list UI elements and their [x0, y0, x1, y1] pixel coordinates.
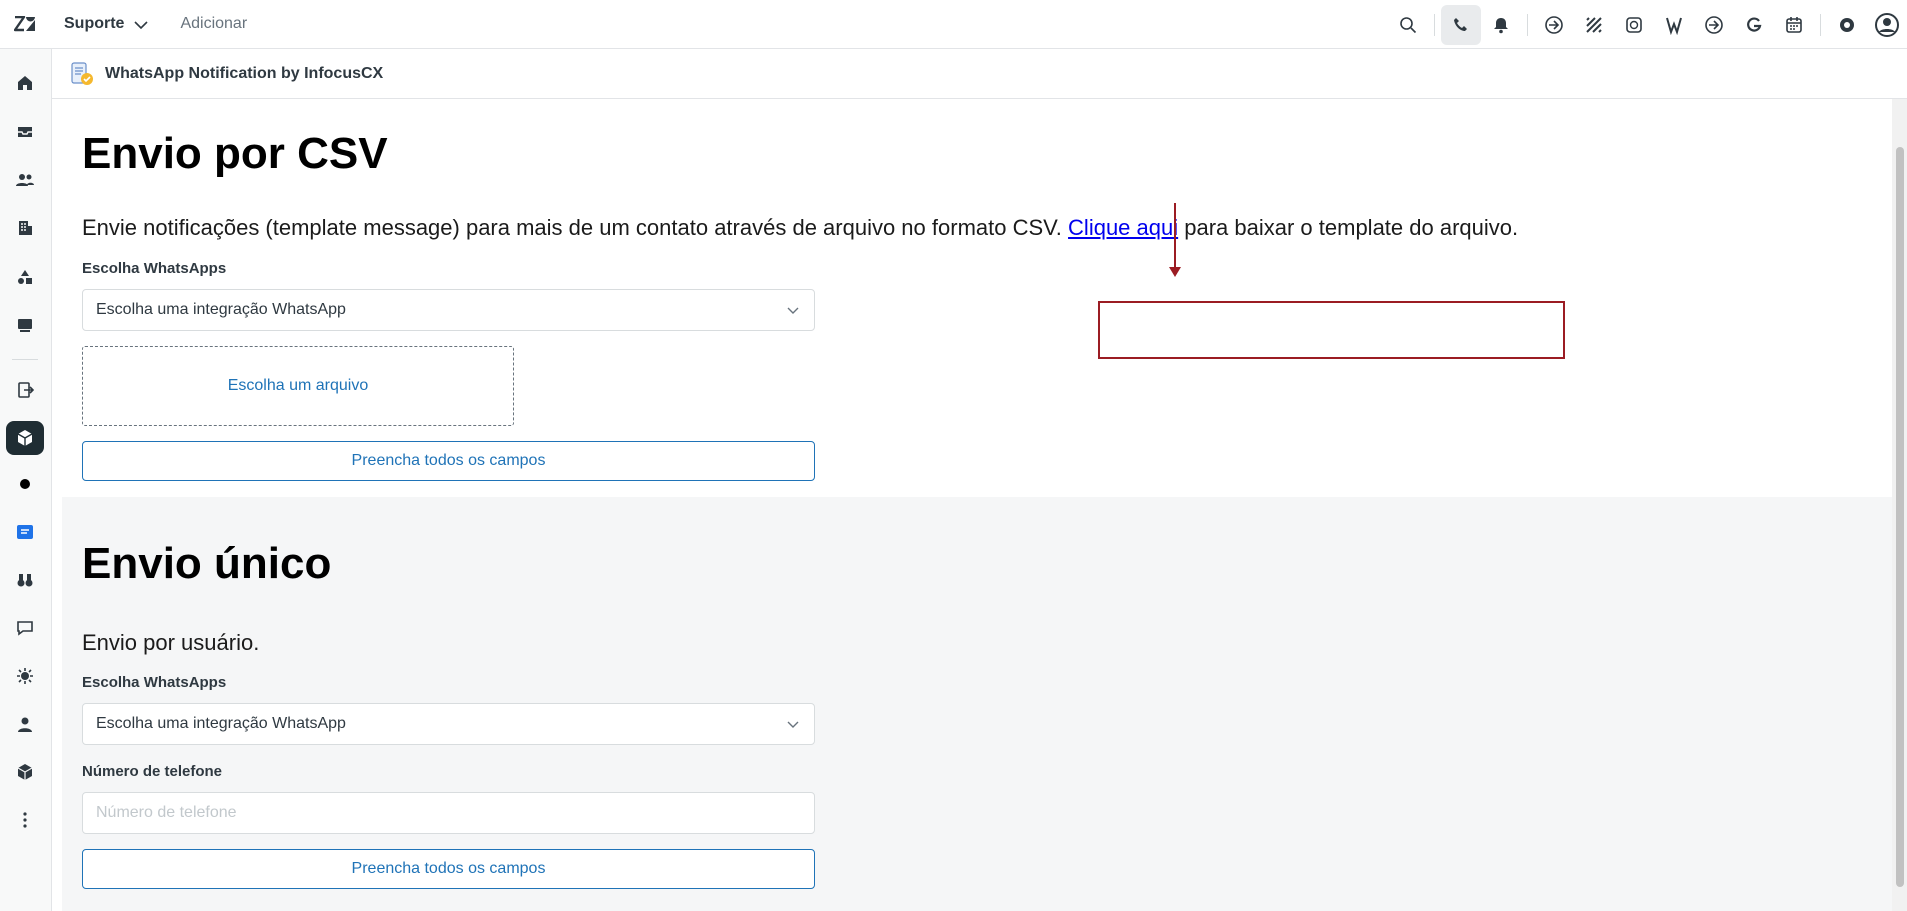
single-submit-button[interactable]: Preencha todos os campos [82, 849, 815, 889]
add-button[interactable]: Adicionar [180, 15, 247, 33]
divider [1820, 13, 1821, 36]
binoculars-icon[interactable] [6, 563, 44, 597]
scrollbar-thumb[interactable] [1896, 147, 1904, 887]
top-bar: Suporte Adicionar [0, 0, 1907, 49]
app-title: WhatsApp Notification by InfocusCX [105, 64, 384, 82]
phone-input-placeholder: Número de telefone [96, 804, 237, 821]
zendesk-logo-icon[interactable] [0, 0, 50, 49]
csv-submit-button[interactable]: Preencha todos os campos [82, 441, 815, 481]
inbox-icon[interactable] [6, 115, 44, 149]
app-whatsapp-icon[interactable] [1614, 5, 1654, 45]
customers-icon[interactable] [6, 163, 44, 197]
app-exit-icon[interactable] [6, 373, 44, 407]
single-whatsapp-label: Escolha WhatsApps [82, 674, 227, 691]
single-whatsapp-select[interactable]: Escolha uma integração WhatsApp [82, 703, 815, 745]
app-header: WhatsApp Notification by InfocusCX [52, 49, 1907, 99]
agent-icon[interactable] [6, 707, 44, 741]
annotation-arrowhead [1169, 267, 1181, 277]
chevron-down-icon [134, 20, 149, 29]
chevron-down-icon [787, 307, 799, 314]
vertical-scrollbar[interactable] [1892, 99, 1907, 911]
product-label: Suporte [64, 15, 125, 32]
csv-description: Envie notificações (template message) pa… [82, 215, 1518, 241]
left-sidebar [0, 49, 52, 911]
app-w-icon[interactable] [1654, 5, 1694, 45]
dot-icon[interactable] [6, 467, 44, 501]
shapes-icon[interactable] [6, 260, 44, 294]
phone-label: Número de telefone [82, 763, 223, 780]
product-switcher[interactable]: Suporte [64, 15, 149, 33]
csv-whatsapp-select-value: Escolha uma integração WhatsApp [96, 301, 346, 318]
more-vertical-icon[interactable] [6, 803, 44, 837]
divider [12, 359, 38, 360]
divider [1527, 13, 1528, 36]
csv-description-suffix: para baixar o template do arquivo. [1184, 215, 1519, 240]
single-send-section: Envio único Envio por usuário. Escolha W… [62, 497, 1892, 911]
sun-icon[interactable] [6, 659, 44, 693]
single-whatsapp-select-value: Escolha uma integração WhatsApp [96, 715, 346, 732]
app-g-icon[interactable] [1734, 5, 1774, 45]
file-dropzone[interactable]: Escolha um arquivo [82, 346, 514, 426]
whatsapp-notification-app-icon[interactable] [6, 421, 44, 455]
avatar[interactable] [1867, 5, 1907, 45]
divider [1434, 13, 1435, 36]
csv-section: Envio por CSV Envie notificações (templa… [52, 99, 1892, 497]
app-arrow-icon[interactable] [1534, 5, 1574, 45]
app-content: Envio por CSV Envie notificações (templa… [52, 99, 1892, 911]
organizations-icon[interactable] [6, 211, 44, 245]
phone-input[interactable]: Número de telefone [82, 792, 815, 834]
chat-icon[interactable] [6, 611, 44, 645]
top-icons [1388, 0, 1907, 49]
reporting-icon[interactable] [6, 308, 44, 342]
whatsapp-notification-logo-icon [71, 61, 93, 85]
csv-description-text: Envie notificações (template message) pa… [82, 215, 1062, 240]
calendar-icon[interactable] [1774, 5, 1814, 45]
home-icon[interactable] [6, 66, 44, 100]
bell-icon[interactable] [1481, 5, 1521, 45]
lifebuoy-icon[interactable] [1827, 5, 1867, 45]
phone-icon[interactable] [1441, 4, 1481, 45]
chevron-down-icon [787, 721, 799, 728]
app-grid-icon[interactable] [1574, 5, 1614, 45]
annotation-arrow [1174, 203, 1176, 275]
app-arrow-icon[interactable] [1694, 5, 1734, 45]
search-icon[interactable] [1388, 5, 1428, 45]
csv-whatsapp-label: Escolha WhatsApps [82, 260, 227, 277]
csv-heading: Envio por CSV [82, 129, 388, 178]
file-dropzone-label: Escolha um arquivo [227, 377, 369, 394]
annotation-highlight-box [1098, 301, 1565, 359]
download-template-link[interactable]: Clique aqui [1068, 215, 1178, 240]
package-icon[interactable] [6, 755, 44, 789]
app-blue-icon[interactable] [6, 515, 44, 549]
single-heading: Envio único [82, 539, 332, 588]
single-description: Envio por usuário. [82, 630, 260, 655]
csv-whatsapp-select[interactable]: Escolha uma integração WhatsApp [82, 289, 815, 331]
